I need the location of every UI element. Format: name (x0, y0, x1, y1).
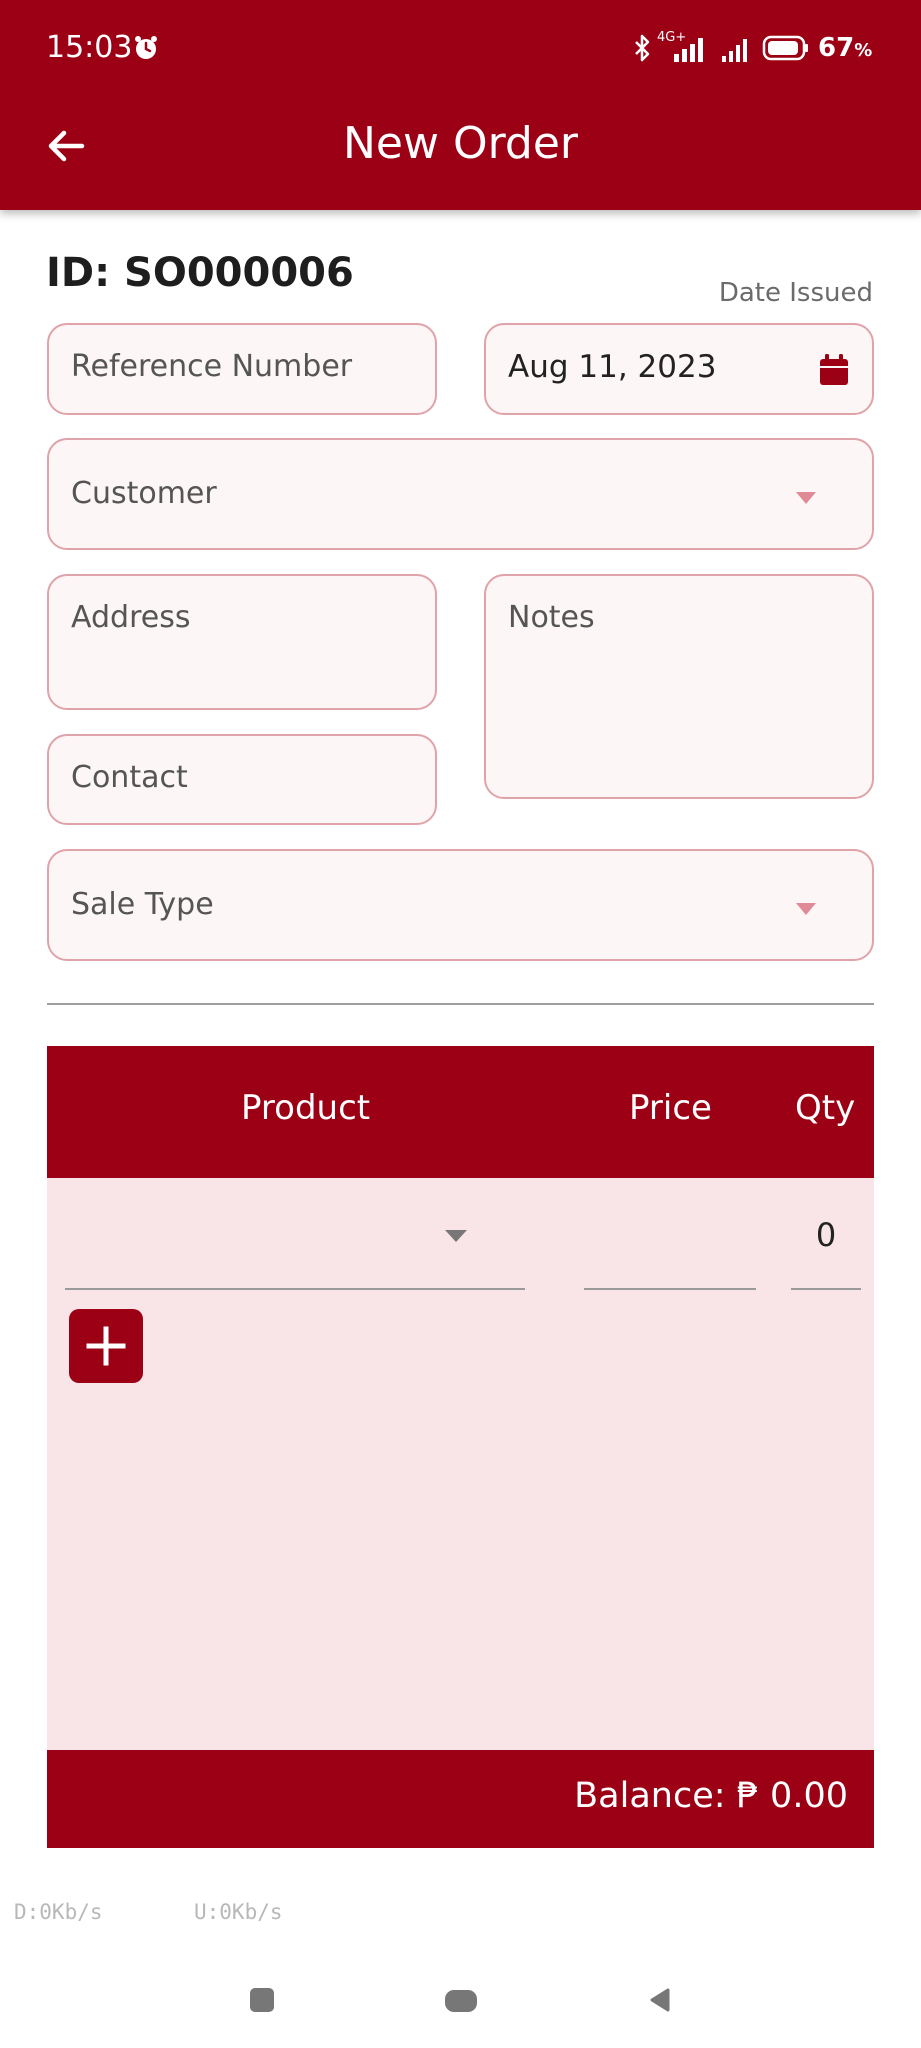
address-placeholder: Address (71, 600, 191, 635)
system-nav-bar (0, 1960, 921, 2048)
date-issued-value: Aug 11, 2023 (508, 349, 717, 385)
reference-number-placeholder: Reference Number (71, 349, 353, 384)
download-speed: D:0Kb/s (14, 1900, 103, 1924)
balance-bar: Balance: ₱ 0.00 (47, 1750, 874, 1848)
column-header-price: Price (629, 1088, 712, 1128)
reference-number-field[interactable]: Reference Number (47, 323, 437, 415)
date-issued-label: Date Issued (718, 278, 873, 308)
status-time: 15:03 (46, 30, 133, 65)
home-button[interactable] (445, 1990, 477, 2012)
alarm-icon (135, 36, 157, 59)
signal-strength-icon (674, 38, 703, 62)
order-id: ID: SO000006 (46, 250, 354, 296)
date-issued-field[interactable]: Aug 11, 2023 (484, 323, 874, 415)
product-table-header: Product Price Qty (47, 1046, 874, 1178)
sale-type-placeholder: Sale Type (71, 887, 214, 922)
add-product-button[interactable] (69, 1309, 143, 1383)
app-bar: New Order (0, 100, 921, 210)
notes-field[interactable]: Notes (484, 574, 874, 799)
back-nav-icon[interactable] (648, 1988, 670, 2012)
contact-field[interactable]: Contact (47, 734, 437, 825)
contact-placeholder: Contact (71, 760, 188, 795)
product-select[interactable] (65, 1178, 525, 1290)
sale-type-dropdown[interactable]: Sale Type (47, 849, 874, 961)
chevron-down-icon (796, 492, 816, 504)
customer-placeholder: Customer (71, 476, 217, 511)
product-table-body: 0 (47, 1178, 874, 1750)
battery-percent-value: 67 (818, 33, 855, 63)
customer-dropdown[interactable]: Customer (47, 438, 874, 550)
battery-icon (762, 35, 808, 61)
signal-strength-icon (722, 39, 747, 62)
top-bar: 15:03 4G+ 67% New Order (0, 0, 921, 210)
address-field[interactable]: Address (47, 574, 437, 710)
column-header-qty: Qty (795, 1088, 856, 1128)
calendar-icon[interactable] (818, 353, 850, 387)
column-header-product: Product (241, 1088, 371, 1128)
notes-placeholder: Notes (508, 600, 595, 635)
bluetooth-icon (635, 34, 650, 62)
status-bar: 15:03 4G+ 67% (0, 0, 921, 100)
balance-total: Balance: ₱ 0.00 (574, 1776, 848, 1816)
upload-speed: U:0Kb/s (194, 1900, 283, 1924)
chevron-down-icon (445, 1230, 467, 1242)
battery-percent-suffix: % (854, 40, 873, 61)
chevron-down-icon (796, 903, 816, 915)
battery-percent: 67% (818, 33, 872, 63)
qty-input[interactable]: 0 (791, 1178, 861, 1290)
plus-icon (86, 1326, 126, 1366)
section-divider (47, 1003, 874, 1005)
price-input[interactable] (584, 1178, 756, 1290)
recent-apps-button[interactable] (250, 1988, 274, 2012)
page-title: New Order (343, 118, 578, 169)
qty-input-value: 0 (815, 1216, 837, 1254)
